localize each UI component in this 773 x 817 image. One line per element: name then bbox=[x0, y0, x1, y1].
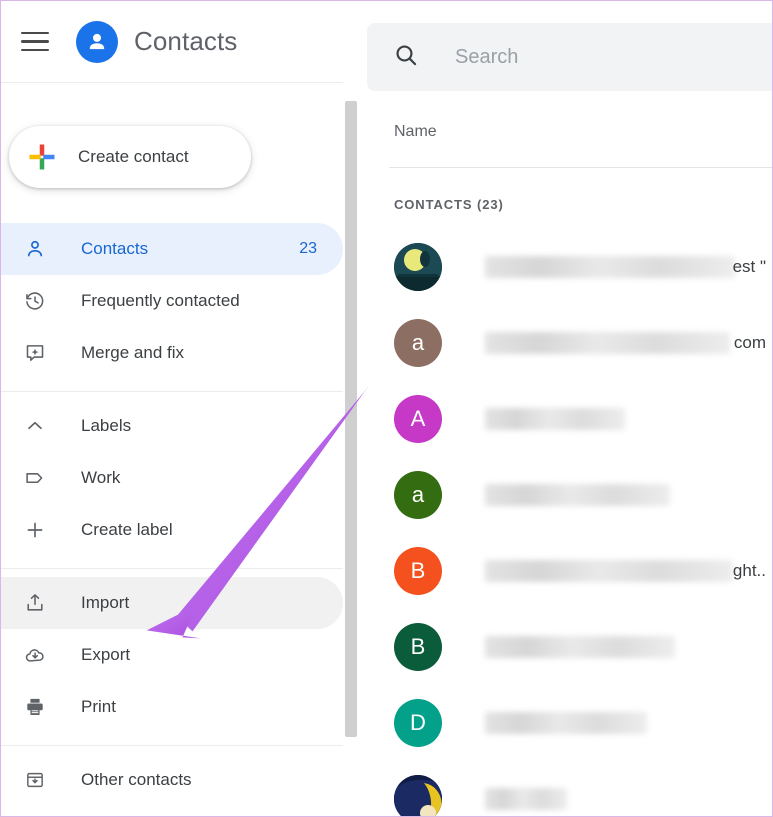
sidebar-item-label: Contacts bbox=[81, 239, 149, 258]
contact-name-redacted bbox=[485, 560, 733, 582]
table-row[interactable]: B bbox=[359, 609, 772, 685]
table-row[interactable]: Bght.. bbox=[359, 533, 772, 609]
nav-divider bbox=[1, 745, 359, 746]
contact-name-redacted bbox=[485, 484, 670, 506]
sidebar-scrollbar-track[interactable] bbox=[343, 1, 359, 816]
contact-name-redacted bbox=[485, 712, 647, 734]
sidebar-item-label: Export bbox=[81, 645, 131, 664]
sidebar-item-label: Create label bbox=[81, 520, 173, 539]
cloud-download-icon bbox=[23, 643, 47, 667]
sidebar-item-label: Merge and fix bbox=[81, 343, 184, 362]
hamburger-menu-icon[interactable] bbox=[21, 25, 55, 59]
sidebar-nav: Contacts 23 Frequently contacted Merge a… bbox=[1, 223, 359, 810]
archive-down-icon bbox=[23, 768, 47, 792]
sidebar-item-merge-and-fix[interactable]: Merge and fix bbox=[1, 327, 343, 379]
contact-detail-clipped-text: est " bbox=[732, 257, 766, 276]
contacts-count-badge: 23 bbox=[299, 240, 317, 257]
sidebar-item-labels[interactable]: Labels bbox=[1, 400, 343, 452]
table-row[interactable]: a com bbox=[359, 305, 772, 381]
sidebar-item-contacts[interactable]: Contacts 23 bbox=[1, 223, 343, 275]
sidebar-item-label: Print bbox=[81, 697, 116, 716]
nav-group-io: Import Export Print bbox=[1, 577, 359, 737]
merge-suggestion-icon bbox=[23, 341, 47, 365]
table-row[interactable] bbox=[359, 761, 772, 816]
history-clock-icon bbox=[23, 289, 47, 313]
contact-rows: est " a com Aa Bght.. B D bbox=[359, 229, 772, 816]
sidebar-item-label: Work bbox=[81, 468, 121, 487]
app-brand[interactable]: Contacts bbox=[76, 20, 238, 63]
sidebar-item-label: Labels bbox=[81, 416, 132, 435]
table-row[interactable]: A bbox=[359, 381, 772, 457]
sidebar-item-frequently-contacted[interactable]: Frequently contacted bbox=[1, 275, 343, 327]
sidebar: Contacts Create contact Contacts 23 Freq… bbox=[1, 1, 359, 816]
upload-icon bbox=[23, 591, 47, 615]
create-contact-button[interactable]: Create contact bbox=[9, 126, 251, 188]
page-title: Contacts bbox=[134, 26, 238, 56]
sidebar-item-export[interactable]: Export bbox=[1, 629, 343, 681]
sidebar-item-label: Import bbox=[81, 593, 130, 612]
column-header-name: Name bbox=[394, 123, 437, 140]
sidebar-item-work[interactable]: Work bbox=[1, 452, 343, 504]
table-row[interactable]: a bbox=[359, 457, 772, 533]
contacts-app-window: Contacts Create contact Contacts 23 Freq… bbox=[0, 0, 773, 817]
search-icon bbox=[393, 42, 419, 73]
avatar: a bbox=[394, 319, 442, 367]
table-row[interactable]: D bbox=[359, 685, 772, 761]
sidebar-item-label: Other contacts bbox=[81, 770, 192, 789]
contact-name-redacted bbox=[485, 332, 730, 354]
contact-name-redacted bbox=[485, 788, 567, 810]
create-contact-label: Create contact bbox=[78, 147, 189, 166]
avatar: B bbox=[394, 547, 442, 595]
nav-group-main: Contacts 23 Frequently contacted Merge a… bbox=[1, 223, 359, 383]
contact-detail-clipped-text: com bbox=[733, 333, 766, 352]
sidebar-item-print[interactable]: Print bbox=[1, 681, 343, 733]
avatar: B bbox=[394, 623, 442, 671]
sidebar-scrollbar-thumb[interactable] bbox=[345, 101, 357, 737]
nav-group-labels: Labels Work Create label bbox=[1, 400, 359, 560]
avatar-photo bbox=[394, 243, 442, 291]
avatar: a bbox=[394, 471, 442, 519]
sidebar-item-import[interactable]: Import bbox=[1, 577, 343, 629]
header-divider bbox=[389, 167, 772, 168]
contacts-section-label: CONTACTS (23) bbox=[394, 197, 504, 212]
plus-icon bbox=[23, 518, 47, 542]
nav-divider bbox=[1, 391, 359, 392]
avatar: A bbox=[394, 395, 442, 443]
sidebar-item-create-label[interactable]: Create label bbox=[1, 504, 343, 556]
printer-icon bbox=[23, 695, 47, 719]
label-tag-icon bbox=[23, 466, 47, 490]
contact-detail-clipped-text: ght.. bbox=[732, 561, 766, 580]
sidebar-item-label: Frequently contacted bbox=[81, 291, 240, 310]
chevron-up-icon bbox=[23, 414, 47, 438]
contacts-list-panel: Name CONTACTS (23) est "acomAaBght..BD bbox=[359, 1, 772, 816]
sidebar-item-other-contacts[interactable]: Other contacts bbox=[1, 754, 343, 806]
contacts-person-logo bbox=[76, 20, 118, 63]
sidebar-header: Contacts bbox=[1, 1, 359, 83]
avatar: D bbox=[394, 699, 442, 747]
avatar-photo bbox=[394, 775, 442, 816]
google-plus-icon bbox=[29, 144, 55, 170]
contact-name-redacted bbox=[485, 256, 735, 278]
table-row[interactable]: est " bbox=[359, 229, 772, 305]
person-outline-icon bbox=[23, 237, 47, 261]
nav-group-other: Other contacts bbox=[1, 754, 359, 810]
contact-name-redacted bbox=[485, 408, 625, 430]
search-bar[interactable] bbox=[367, 23, 772, 91]
contact-name-redacted bbox=[485, 636, 675, 658]
search-input[interactable] bbox=[455, 45, 749, 69]
nav-divider bbox=[1, 568, 359, 569]
